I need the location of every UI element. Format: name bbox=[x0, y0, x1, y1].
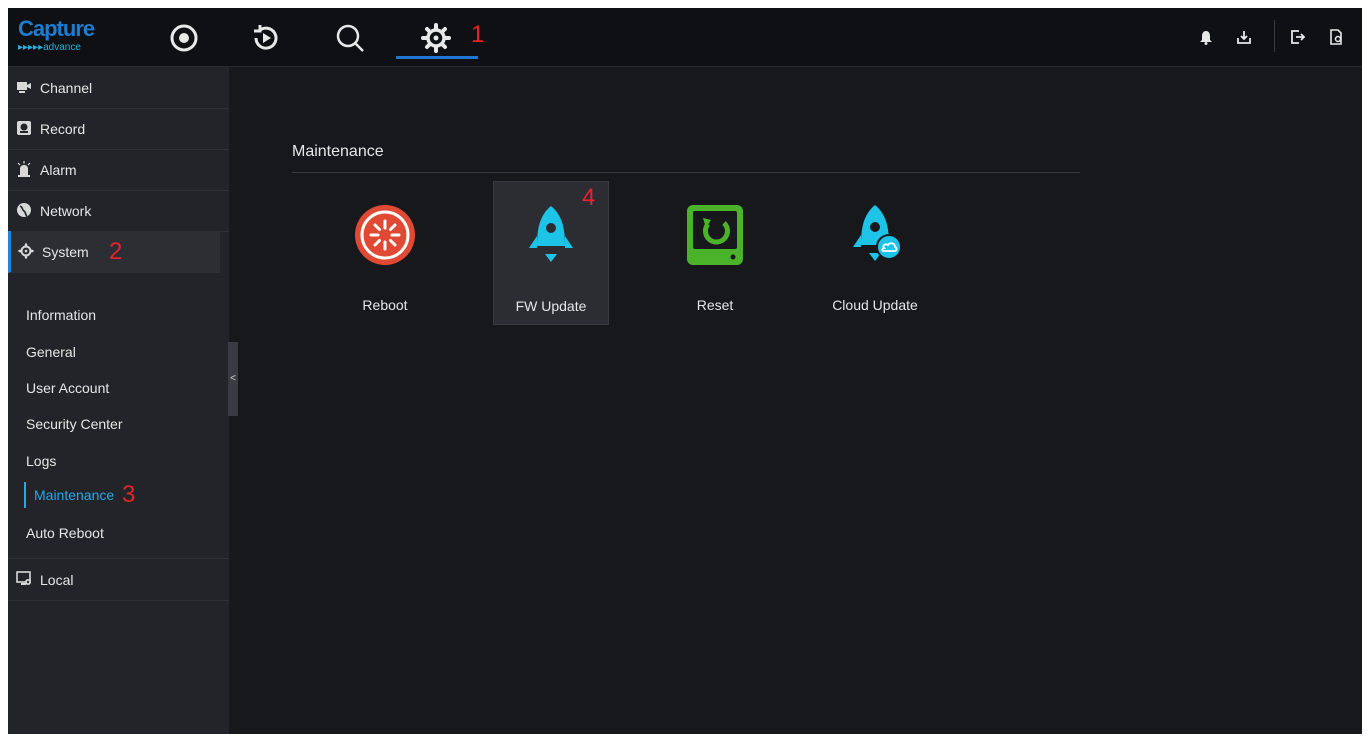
tile-label: Reset bbox=[696, 297, 734, 313]
submenu-item-security-center[interactable]: Security Center bbox=[26, 416, 122, 432]
lock-screen-icon[interactable] bbox=[1328, 29, 1344, 45]
reset-icon bbox=[681, 201, 749, 269]
sidebar-item-label: Record bbox=[40, 121, 86, 137]
cloud-rocket-icon bbox=[841, 201, 909, 269]
search-icon[interactable] bbox=[334, 22, 366, 54]
logout-icon[interactable] bbox=[1290, 29, 1306, 45]
tile-label: Cloud Update bbox=[832, 297, 918, 313]
settings-gear-icon[interactable] bbox=[420, 22, 452, 54]
download-icon[interactable] bbox=[1236, 29, 1252, 45]
submenu-item-user-account[interactable]: User Account bbox=[26, 380, 109, 396]
playback-icon[interactable] bbox=[250, 22, 282, 54]
submenu-item-general[interactable]: General bbox=[26, 344, 76, 360]
active-tab-indicator bbox=[396, 56, 478, 59]
gear-icon bbox=[18, 243, 34, 259]
tile-cloud-update[interactable]: Cloud Update bbox=[818, 181, 932, 323]
camera-icon bbox=[16, 79, 32, 95]
submenu-item-maintenance[interactable]: Maintenance bbox=[24, 482, 114, 508]
section-title: Maintenance bbox=[292, 143, 384, 160]
section-divider bbox=[292, 172, 1080, 173]
sidebar-item-local[interactable]: Local bbox=[8, 558, 229, 601]
tile-reset[interactable]: Reset bbox=[658, 181, 772, 323]
record-icon bbox=[16, 120, 32, 136]
tile-fw-update[interactable]: FW Update 4 bbox=[493, 181, 609, 325]
annotation-1: 1 bbox=[471, 21, 485, 48]
sidebar-item-label: Network bbox=[40, 203, 92, 219]
sidebar-item-channel[interactable]: Channel bbox=[8, 67, 229, 109]
main-content: Maintenance Reboot FW Update 4 Reset Clo… bbox=[238, 67, 1362, 734]
bell-icon[interactable] bbox=[1198, 29, 1214, 45]
app-window: Capture ▸▸▸▸▸advance 1 Channel Record Al… bbox=[8, 8, 1362, 734]
brand-tagline: ▸▸▸▸▸advance bbox=[18, 42, 81, 53]
live-view-icon[interactable] bbox=[168, 22, 200, 54]
globe-icon bbox=[16, 202, 32, 218]
annotation-4: 4 bbox=[582, 184, 596, 211]
annotation-2: 2 bbox=[109, 238, 123, 265]
toolbar-divider bbox=[1274, 20, 1275, 52]
brand-logo: Capture ▸▸▸▸▸advance bbox=[18, 18, 118, 58]
brand-tagline-text: advance bbox=[43, 42, 81, 53]
top-bar: Capture ▸▸▸▸▸advance 1 bbox=[8, 8, 1362, 67]
annotation-3: 3 bbox=[122, 481, 136, 508]
sidebar-item-system[interactable]: System 2 bbox=[8, 231, 220, 273]
sidebar-item-alarm[interactable]: Alarm bbox=[8, 149, 229, 191]
sidebar-collapse-handle[interactable]: < bbox=[228, 342, 238, 416]
sidebar-item-label: Alarm bbox=[40, 162, 77, 178]
sidebar-item-network[interactable]: Network bbox=[8, 190, 229, 232]
reboot-icon bbox=[351, 201, 419, 269]
sidebar-item-label: Local bbox=[40, 572, 74, 588]
sidebar-item-label: Channel bbox=[40, 80, 93, 96]
brand-name: Capture bbox=[18, 16, 95, 41]
submenu-item-maintenance-label: Maintenance bbox=[34, 487, 115, 503]
tile-reboot[interactable]: Reboot bbox=[328, 181, 442, 323]
rocket-icon bbox=[517, 202, 585, 270]
sidebar: Channel Record Alarm Network System 2 In… bbox=[8, 67, 229, 734]
tile-label: Reboot bbox=[362, 297, 408, 313]
submenu-item-logs[interactable]: Logs bbox=[26, 453, 56, 469]
sidebar-item-record[interactable]: Record bbox=[8, 108, 229, 150]
tile-label: FW Update bbox=[515, 298, 587, 314]
alarm-icon bbox=[16, 161, 32, 177]
submenu-item-information[interactable]: Information bbox=[26, 307, 96, 323]
sidebar-item-label: System bbox=[42, 244, 89, 260]
submenu-item-auto-reboot[interactable]: Auto Reboot bbox=[26, 525, 104, 541]
monitor-icon bbox=[16, 571, 32, 587]
